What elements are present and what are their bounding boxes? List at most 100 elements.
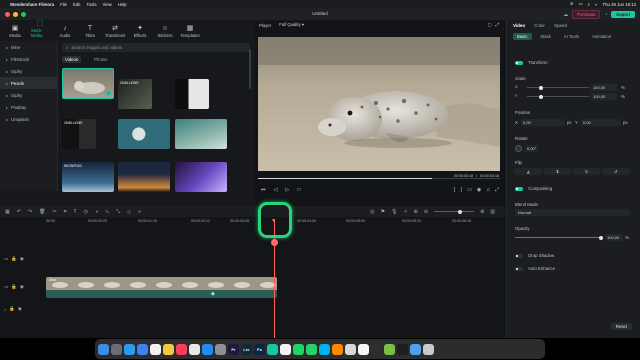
sidebar-item-pixabay[interactable]: ▸ Pixabay xyxy=(0,101,57,113)
photoshop-icon[interactable]: Ps xyxy=(254,343,265,355)
delete-icon[interactable]: 🗑 xyxy=(39,209,45,215)
transform-toggle[interactable] xyxy=(515,60,523,65)
skype-icon[interactable] xyxy=(319,343,330,355)
toolbar-stickers[interactable]: ☺ Stickers xyxy=(156,25,174,38)
menubar-app-name[interactable]: Wondershare Filmora xyxy=(10,2,54,7)
auto-enhance-toggle[interactable] xyxy=(515,266,523,271)
text-icon[interactable]: T xyxy=(74,209,77,215)
lightroom-classic-icon[interactable]: Lrc xyxy=(241,343,252,355)
display-icon[interactable]: ▭ xyxy=(467,187,472,193)
media-thumbnail[interactable]: NEONPDSC xyxy=(62,162,114,192)
safari-icon[interactable] xyxy=(124,343,135,355)
quality-dropdown[interactable]: Full Quality ▾ xyxy=(279,22,304,28)
snap-icon[interactable]: ⊕ xyxy=(414,209,418,215)
scale-y-value[interactable]: 100,00 xyxy=(591,93,617,100)
spotify-icon[interactable] xyxy=(293,343,304,355)
toolbar-audio[interactable]: ♪ Audio xyxy=(56,25,74,38)
media-scrollbar[interactable] xyxy=(249,49,251,89)
compositing-toggle[interactable] xyxy=(515,186,523,191)
expand-icon[interactable]: ⤢ xyxy=(495,187,499,193)
snapshot-icon[interactable]: ▢ xyxy=(488,22,492,28)
search-input[interactable]: ⌕ Search images and videos xyxy=(62,43,250,52)
mail-icon[interactable] xyxy=(137,343,148,355)
notification-icon[interactable]: ◔ xyxy=(604,12,607,18)
play-icon[interactable]: ▷ xyxy=(285,187,289,193)
media-thumbnail[interactable] xyxy=(118,119,170,149)
sidebar-item-unsplash[interactable]: ▸ Unsplash xyxy=(0,113,57,125)
opacity-slider-knob[interactable] xyxy=(599,235,603,240)
skip-back-icon[interactable]: ⏮ xyxy=(261,187,266,193)
audio-track-icon[interactable]: ♪ xyxy=(4,307,6,312)
subtab-basic[interactable]: Basic xyxy=(513,33,532,40)
sidebar-item-giphy-2[interactable]: ▸ Giphy xyxy=(0,89,57,101)
filmora-icon[interactable] xyxy=(267,343,278,355)
rotate-left-icon[interactable]: ↺ xyxy=(602,168,629,175)
crop-icon[interactable]: ⌗ xyxy=(64,209,67,215)
toolbar-media[interactable]: ▣ Media xyxy=(6,25,24,38)
lock-icon[interactable]: 🔒 xyxy=(11,284,17,290)
zoom-window-icon[interactable] xyxy=(21,11,26,17)
toolbar-titles[interactable]: T Titles xyxy=(81,25,99,38)
textedit-icon[interactable] xyxy=(358,343,369,355)
photos-icon[interactable] xyxy=(189,343,200,355)
lock-icon[interactable]: 🔒 xyxy=(9,306,15,312)
menubar-clock[interactable]: Thu 29 Jun 18:13 xyxy=(603,2,636,7)
minimize-window-icon[interactable] xyxy=(13,11,18,17)
tab-speed[interactable]: Speed xyxy=(554,23,567,28)
cut-icon[interactable]: ✂ xyxy=(53,209,57,215)
layout-icon[interactable]: ▦ xyxy=(5,209,10,215)
toolbar-stock-media[interactable]: ⬚ Stock Media xyxy=(31,20,49,38)
toolbar-effects[interactable]: ✦ Effects xyxy=(131,25,149,38)
volume-icon[interactable]: ◉ xyxy=(18,306,22,312)
app-store-icon[interactable] xyxy=(202,343,213,355)
notes-icon[interactable] xyxy=(163,343,174,355)
rotate-right-icon[interactable]: ↻ xyxy=(573,168,600,175)
rotate-dial-icon[interactable] xyxy=(515,145,522,152)
stop-icon[interactable]: □ xyxy=(297,187,300,193)
timeline-video-clip[interactable]: Seal ◆ xyxy=(46,277,277,298)
sidebar-item-mine[interactable]: ▸ Mine xyxy=(0,41,57,53)
zoom-out-icon[interactable]: ⊖ xyxy=(424,209,428,215)
trash-icon[interactable] xyxy=(423,343,434,355)
scale-x-slider-knob[interactable] xyxy=(539,85,543,90)
video-track-icon[interactable]: ▭ xyxy=(4,256,8,262)
chrome-icon[interactable] xyxy=(280,343,291,355)
marker-icon[interactable]: ⚑ xyxy=(381,209,385,215)
subtab-ai-tools[interactable]: AI Tools xyxy=(560,33,583,40)
color-icon[interactable]: ◑ xyxy=(95,209,98,215)
activity-monitor-icon[interactable] xyxy=(371,343,382,355)
media-thumbnail[interactable] xyxy=(175,162,227,192)
camera-icon[interactable]: ◉ xyxy=(477,187,481,193)
ai-icon[interactable]: ✧ xyxy=(403,209,407,215)
reset-button[interactable]: Reset xyxy=(610,323,632,330)
media-thumbnail[interactable] xyxy=(175,79,209,109)
media-thumbnail[interactable] xyxy=(118,162,170,192)
mark-out-icon[interactable]: } xyxy=(460,187,462,193)
lock-icon[interactable]: 🔒 xyxy=(11,256,17,262)
close-window-icon[interactable] xyxy=(5,11,10,17)
search-icon[interactable]: ⌕ xyxy=(588,2,590,7)
launchpad-icon[interactable] xyxy=(111,343,122,355)
video-track-icon[interactable]: ▭ xyxy=(4,284,8,290)
zoom-in-icon[interactable]: ⊕ xyxy=(480,209,484,215)
toolbar-transitions[interactable]: ⇄ Transitions xyxy=(105,25,125,38)
position-y-input[interactable]: 0,00 xyxy=(581,119,621,126)
system-settings-icon[interactable] xyxy=(215,343,226,355)
mark-in-icon[interactable]: { xyxy=(454,187,456,193)
vlc-icon[interactable] xyxy=(332,343,343,355)
menu-help[interactable]: Help xyxy=(118,2,127,7)
export-button[interactable]: Export xyxy=(611,11,635,18)
subtab-animation[interactable]: Animation xyxy=(588,33,615,40)
mic-icon[interactable]: 🎙 xyxy=(391,209,397,215)
rotate-value[interactable]: 0,00° xyxy=(525,145,539,152)
opacity-value[interactable]: 100,00 xyxy=(605,234,623,241)
position-x-input[interactable]: 0,00 xyxy=(521,119,565,126)
media-thumbnail[interactable] xyxy=(175,119,227,149)
timeline-settings-icon[interactable]: ▥ xyxy=(490,209,495,215)
keyframe-diamond-icon[interactable]: ◆ xyxy=(211,291,215,297)
eye-icon[interactable]: ◉ xyxy=(20,256,24,262)
opacity-slider[interactable] xyxy=(515,235,603,240)
scale-x-value[interactable]: 100,00 xyxy=(591,84,617,91)
preview-icon[interactable] xyxy=(345,343,356,355)
volume-icon[interactable]: ♫ xyxy=(486,187,490,193)
